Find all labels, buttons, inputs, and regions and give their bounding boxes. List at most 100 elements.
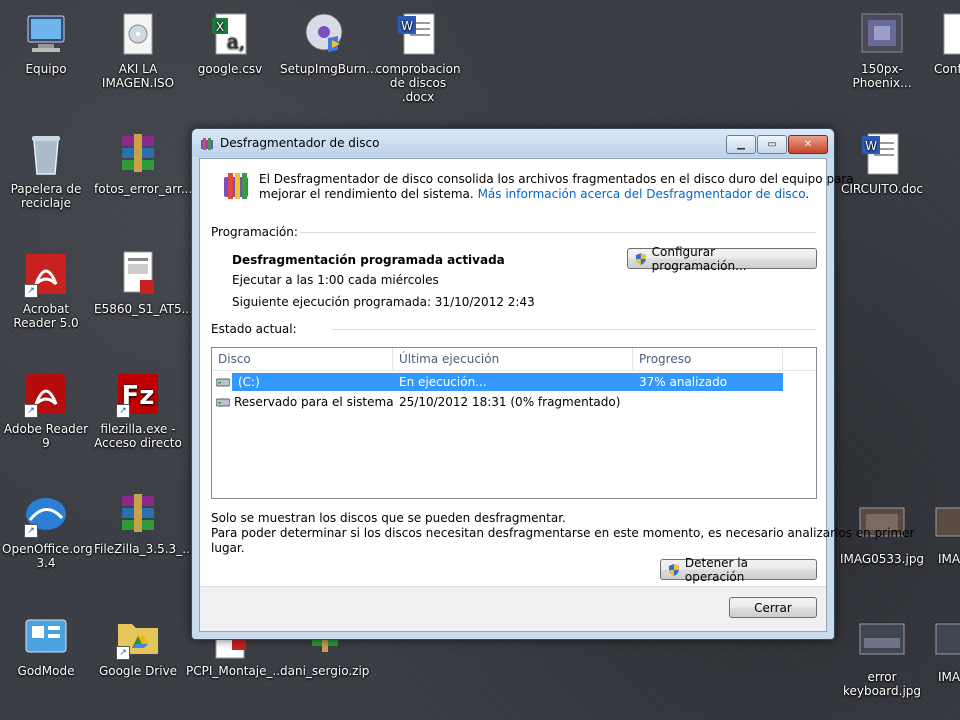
desktop-icon-label: comprobacion de discos .docx bbox=[375, 62, 461, 104]
close-window-button[interactable]: ✕ bbox=[788, 135, 828, 154]
disk-name: (C:) bbox=[232, 373, 393, 391]
defragmenter-window: Desfragmentador de disco ▁ ▭ ✕ El Desfra… bbox=[191, 128, 914, 640]
desktop-icon-label: Adobe Reader 9 bbox=[3, 422, 89, 450]
close-icon: ✕ bbox=[803, 139, 813, 150]
desktop-icon-label: Google Drive bbox=[98, 664, 178, 678]
defrag-app-icon bbox=[201, 138, 213, 150]
configure-schedule-label: Configurar programación... bbox=[651, 244, 747, 273]
disk-last-run: 25/10/2012 18:31 (0% fragmentado) bbox=[399, 395, 621, 409]
desktop-icon-label: filezilla.exe - Acceso directo bbox=[94, 422, 182, 450]
column-header-disk[interactable]: Disco bbox=[212, 348, 393, 370]
maximize-button[interactable]: ▭ bbox=[757, 135, 787, 154]
recycle-bin-icon bbox=[22, 130, 70, 178]
image-thumbnail-icon bbox=[858, 500, 906, 548]
intro-text-line2-main: mejorar el rendimiento del sistema. bbox=[259, 187, 474, 201]
image-thumbnail-icon bbox=[858, 10, 906, 58]
desktop-icon-imgburn[interactable]: SetupImgBurn... bbox=[280, 10, 377, 76]
column-header-progress[interactable]: Progreso bbox=[633, 348, 783, 370]
uac-shield-icon bbox=[668, 563, 679, 576]
schedule-next-run: Siguiente ejecución programada: 31/10/20… bbox=[232, 295, 535, 309]
shortcut-arrow-icon: ↗ bbox=[116, 404, 130, 418]
svg-text:W: W bbox=[865, 139, 877, 153]
schedule-section-header: Programación: bbox=[211, 225, 298, 239]
shortcut-arrow-icon: ↗ bbox=[24, 524, 38, 538]
adobe-reader-icon: ↗ bbox=[22, 370, 70, 418]
desktop-icon-adobe9[interactable]: ↗ Adobe Reader 9 bbox=[2, 370, 90, 450]
intro-period: . bbox=[805, 187, 810, 201]
desktop-icon-label: Conf bbox=[934, 62, 960, 76]
desktop-icon-comprobacion[interactable]: W comprobacion de discos .docx bbox=[374, 10, 462, 104]
desktop-icon-equipo[interactable]: Equipo bbox=[2, 10, 90, 76]
desktop-icon-label: E5860_S1_AT5... bbox=[94, 302, 194, 316]
uac-shield-icon bbox=[635, 252, 646, 265]
desktop-icon-google-drive[interactable]: ↗ Google Drive bbox=[94, 612, 182, 678]
note-analyze-first-cont: lugar. bbox=[211, 541, 245, 555]
desktop-icon-papelera[interactable]: Papelera de reciclaje bbox=[2, 130, 90, 210]
excel-csv-icon: Xa, bbox=[206, 10, 254, 58]
google-drive-folder-icon: ↗ bbox=[114, 612, 162, 660]
desktop-icon-label: IMAG0533.jpg bbox=[839, 552, 925, 566]
more-info-link[interactable]: Más información acerca del Desfragmentad… bbox=[478, 187, 806, 201]
stop-operation-button[interactable]: Detener la operación bbox=[660, 556, 817, 584]
winrar-archive-icon bbox=[114, 490, 162, 538]
table-row[interactable]: Reservado para el sistema 25/10/2012 18:… bbox=[212, 393, 816, 411]
computer-icon bbox=[22, 10, 70, 58]
disk-progress bbox=[633, 393, 783, 411]
desktop-icon-conf[interactable]: Conf bbox=[918, 10, 960, 76]
close-button[interactable]: Cerrar bbox=[729, 597, 817, 618]
shortcut-arrow-icon: ↗ bbox=[116, 646, 130, 660]
svg-text:X: X bbox=[216, 20, 224, 34]
image-thumbnail-icon bbox=[858, 618, 906, 666]
desktop-icon-label: GodMode bbox=[17, 664, 75, 678]
disc-image-icon bbox=[114, 10, 162, 58]
openoffice-icon: ↗ bbox=[22, 490, 70, 538]
desktop-icon-acrobat5[interactable]: ↗ Acrobat Reader 5.0 bbox=[2, 250, 90, 330]
desktop-icon-google-csv[interactable]: Xa, google.csv bbox=[186, 10, 274, 76]
desktop-icon-circuito[interactable]: W CIRCUITO.doc bbox=[838, 130, 926, 196]
desktop-icon-label: IMA bbox=[938, 552, 960, 566]
desktop-icon-iso[interactable]: AKI LA IMAGEN.ISO bbox=[94, 10, 182, 90]
current-status-header: Estado actual: bbox=[211, 322, 297, 336]
minimize-button[interactable]: ▁ bbox=[726, 135, 756, 154]
disk-progress: 37% analizado bbox=[633, 373, 783, 391]
desktop-icon-label: Equipo bbox=[25, 62, 67, 76]
desktop-icon-phoenix[interactable]: 150px-Phoenix... bbox=[838, 10, 926, 90]
disk-list[interactable]: Disco Última ejecución Progreso (C:) En … bbox=[211, 347, 817, 499]
shortcut-arrow-icon: ↗ bbox=[24, 404, 38, 418]
desktop-icon-godmode[interactable]: GodMode bbox=[2, 612, 90, 678]
hard-drive-icon bbox=[216, 378, 230, 387]
title-bar[interactable]: Desfragmentador de disco ▁ ▭ ✕ bbox=[192, 129, 834, 157]
desktop-icon-ima-1[interactable]: IMA bbox=[918, 500, 960, 566]
table-row[interactable]: (C:) En ejecución... 37% analizado bbox=[212, 373, 816, 391]
schedule-separator bbox=[300, 232, 816, 233]
desktop-icon-label: google.csv bbox=[197, 62, 263, 76]
note-analyze-first: Para poder determinar si los discos nece… bbox=[211, 526, 915, 540]
dialog-footer: Cerrar bbox=[200, 586, 826, 631]
desktop-icon-label: Papelera de reciclaje bbox=[10, 182, 82, 210]
word-document-icon: W bbox=[858, 130, 906, 178]
desktop-icon-label: error keyboard.jpg bbox=[842, 670, 922, 698]
desktop-icon-e5860[interactable]: E5860_S1_AT5... bbox=[94, 250, 194, 316]
stop-operation-label: Detener la operación bbox=[684, 555, 748, 584]
desktop-icon-openoffice[interactable]: ↗ OpenOffice.org 3.4 bbox=[2, 490, 93, 570]
word-document-icon: W bbox=[394, 10, 442, 58]
svg-text:a,: a, bbox=[227, 29, 245, 53]
desktop-icon-ima-2[interactable]: IMA bbox=[918, 618, 960, 684]
schedule-run-time: Ejecutar a las 1:00 cada miércoles bbox=[232, 273, 439, 287]
imgburn-setup-icon bbox=[300, 10, 348, 58]
minimize-icon: ▁ bbox=[737, 139, 745, 150]
window-title: Desfragmentador de disco bbox=[220, 136, 380, 150]
desktop-icon-label: FileZilla_3.5.3_... bbox=[94, 542, 194, 556]
desktop-icon-error-keyboard[interactable]: error keyboard.jpg bbox=[838, 618, 926, 698]
configure-schedule-button[interactable]: Configurar programación... bbox=[627, 245, 817, 273]
desktop-icon-filezilla-link[interactable]: Fz ↗ filezilla.exe - Acceso directo bbox=[94, 370, 182, 450]
winrar-archive-icon bbox=[114, 130, 162, 178]
desktop-icon-fotos[interactable]: fotos_error_arr... bbox=[94, 130, 192, 196]
image-thumbnail-icon bbox=[934, 618, 960, 666]
desktop-icon-label: IMA bbox=[938, 670, 960, 684]
filezilla-icon: Fz ↗ bbox=[114, 370, 162, 418]
disk-last-run: En ejecución... bbox=[393, 373, 633, 391]
desktop-icon-filezilla-zip[interactable]: FileZilla_3.5.3_... bbox=[94, 490, 194, 556]
column-header-last-run[interactable]: Última ejecución bbox=[393, 348, 633, 370]
schedule-status: Desfragmentación programada activada bbox=[232, 253, 505, 267]
